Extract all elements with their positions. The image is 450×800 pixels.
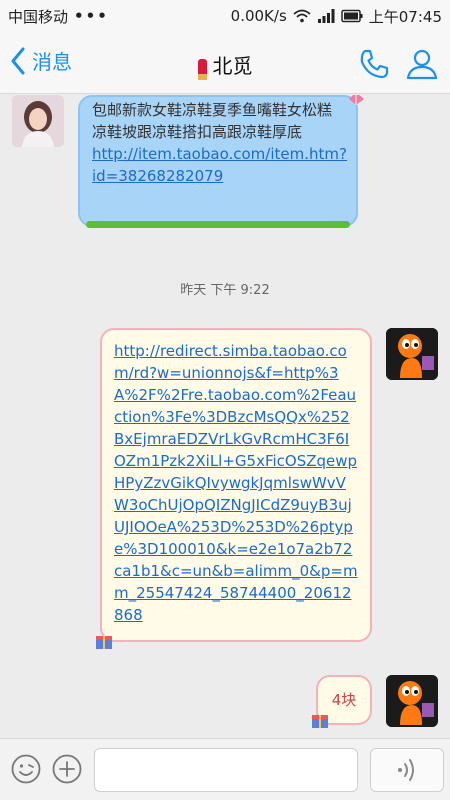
battery-icon <box>341 9 363 23</box>
orange-mascot-icon <box>386 328 438 380</box>
wifi-icon <box>293 9 311 23</box>
redirect-link[interactable]: http://redirect.simba.taobao.com/rd?w=un… <box>114 342 358 624</box>
my-avatar[interactable] <box>386 675 438 727</box>
status-bar: 中国移动 ••• 0.00K/s 上午07:45 <box>0 0 450 32</box>
chat-area[interactable]: 包邮新款女鞋凉鞋夏季鱼嘴鞋女松糕凉鞋坡跟凉鞋搭扣高跟凉鞋厚底 http://it… <box>0 95 450 738</box>
input-bar <box>0 738 450 800</box>
plus-icon <box>52 754 82 784</box>
cell-signal-icon <box>317 9 335 23</box>
sound-wave-icon <box>398 759 414 781</box>
net-speed: 0.00K/s <box>230 7 287 25</box>
gift-box-icon <box>96 636 112 649</box>
message-timestamp: 昨天 下午 9:22 <box>180 283 270 298</box>
product-link[interactable]: http://item.taobao.com/item.htm?id=38268… <box>92 143 347 187</box>
profile-button[interactable] <box>404 46 440 82</box>
kite-icon <box>349 95 364 105</box>
emoji-button[interactable] <box>10 753 42 785</box>
call-button[interactable] <box>356 46 392 82</box>
incoming-message-bubble[interactable]: 包邮新款女鞋凉鞋夏季鱼嘴鞋女松糕凉鞋坡跟凉鞋搭扣高跟凉鞋厚底 http://it… <box>78 95 364 228</box>
outgoing-link-bubble[interactable]: http://redirect.simba.taobao.com/rd?w=un… <box>100 328 372 642</box>
more-button[interactable] <box>51 753 83 785</box>
carrier-name: 中国移动 <box>8 7 69 26</box>
message-input[interactable] <box>94 748 358 792</box>
person-icon <box>406 49 438 80</box>
lipstick-icon <box>197 59 207 80</box>
contact-name: 北觅 <box>212 54 253 78</box>
contact-avatar[interactable] <box>12 95 64 147</box>
my-avatar[interactable] <box>386 328 438 380</box>
signal-dots: ••• <box>74 7 109 25</box>
voice-button[interactable] <box>370 748 444 792</box>
message-text: 4块 <box>331 691 357 709</box>
chat-header: 消息 北觅 <box>0 32 450 94</box>
portrait-image <box>12 95 64 147</box>
message-text: 包邮新款女鞋凉鞋夏季鱼嘴鞋女松糕凉鞋坡跟凉鞋搭扣高跟凉鞋厚底 <box>92 101 333 141</box>
smiley-icon <box>11 754 41 784</box>
phone-icon <box>360 49 389 79</box>
clock: 上午07:45 <box>368 7 442 26</box>
gift-box-icon <box>312 715 328 728</box>
status-right: 0.00K/s 上午07:45 <box>231 6 442 27</box>
orange-mascot-icon <box>386 675 438 727</box>
bubble-grass-decoration <box>86 221 350 228</box>
